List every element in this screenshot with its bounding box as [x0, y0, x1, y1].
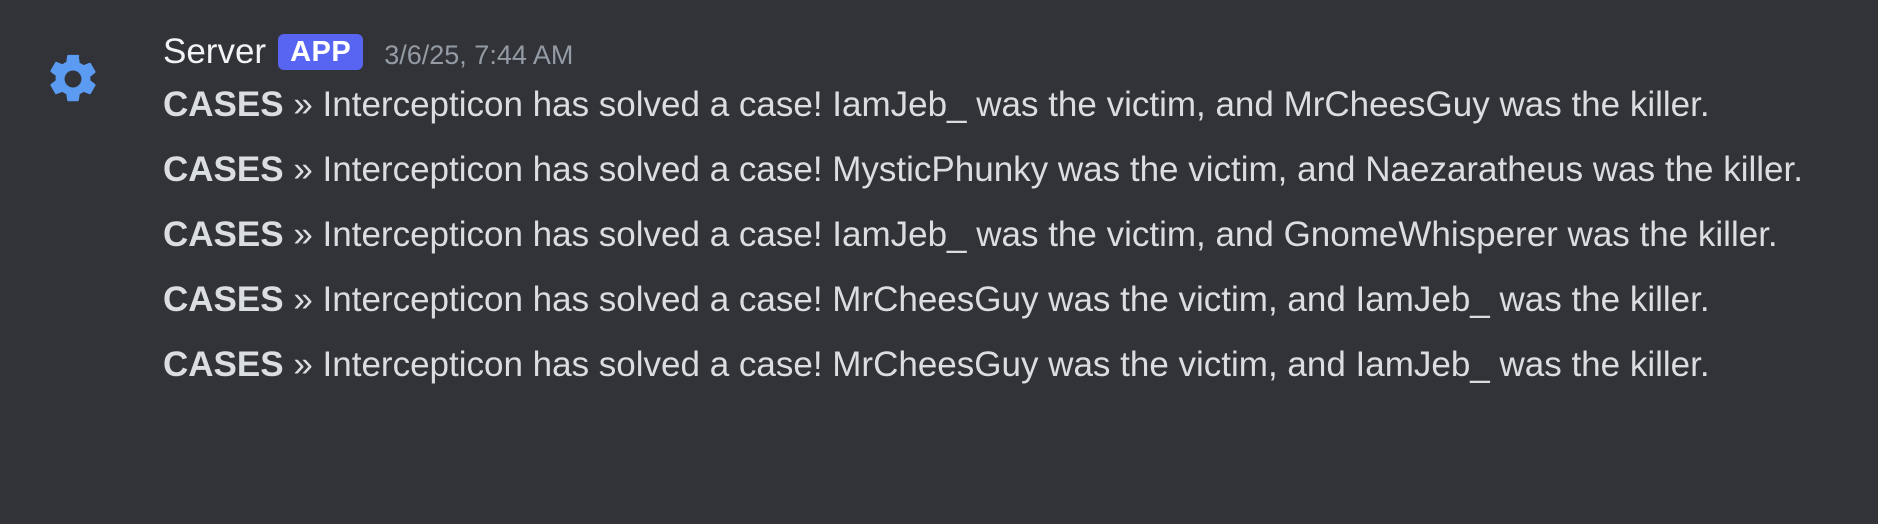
message-line: CASES » Intercepticon has solved a case!…	[163, 143, 1843, 197]
line-separator: »	[293, 215, 313, 254]
message-line: CASES » Intercepticon has solved a case!…	[163, 338, 1843, 392]
message-line: CASES » Intercepticon has solved a case!…	[163, 273, 1843, 327]
line-tag: CASES	[163, 85, 284, 124]
line-tag: CASES	[163, 150, 284, 189]
line-separator: »	[293, 150, 313, 189]
message-content: Server APP 3/6/25, 7:44 AM CASES » Inter…	[163, 28, 1843, 403]
author-name[interactable]: Server	[163, 28, 266, 76]
message-header: Server APP 3/6/25, 7:44 AM	[163, 28, 1843, 76]
chat-message: Server APP 3/6/25, 7:44 AM CASES » Inter…	[0, 0, 1878, 524]
message-line: CASES » Intercepticon has solved a case!…	[163, 78, 1843, 132]
line-separator: »	[293, 345, 313, 384]
gear-icon	[44, 50, 102, 108]
line-tag: CASES	[163, 345, 284, 384]
timestamp[interactable]: 3/6/25, 7:44 AM	[384, 31, 573, 79]
line-text: Intercepticon has solved a case! MysticP…	[322, 150, 1803, 189]
line-separator: »	[293, 280, 313, 319]
app-badge: APP	[278, 34, 364, 70]
avatar[interactable]	[44, 50, 102, 108]
line-tag: CASES	[163, 215, 284, 254]
line-text: Intercepticon has solved a case! IamJeb_…	[322, 215, 1778, 254]
line-text: Intercepticon has solved a case! MrChees…	[322, 345, 1710, 384]
line-text: Intercepticon has solved a case! IamJeb_…	[322, 85, 1710, 124]
message-body: CASES » Intercepticon has solved a case!…	[163, 78, 1843, 392]
line-tag: CASES	[163, 280, 284, 319]
message-line: CASES » Intercepticon has solved a case!…	[163, 208, 1843, 262]
line-text: Intercepticon has solved a case! MrChees…	[322, 280, 1710, 319]
line-separator: »	[293, 85, 313, 124]
